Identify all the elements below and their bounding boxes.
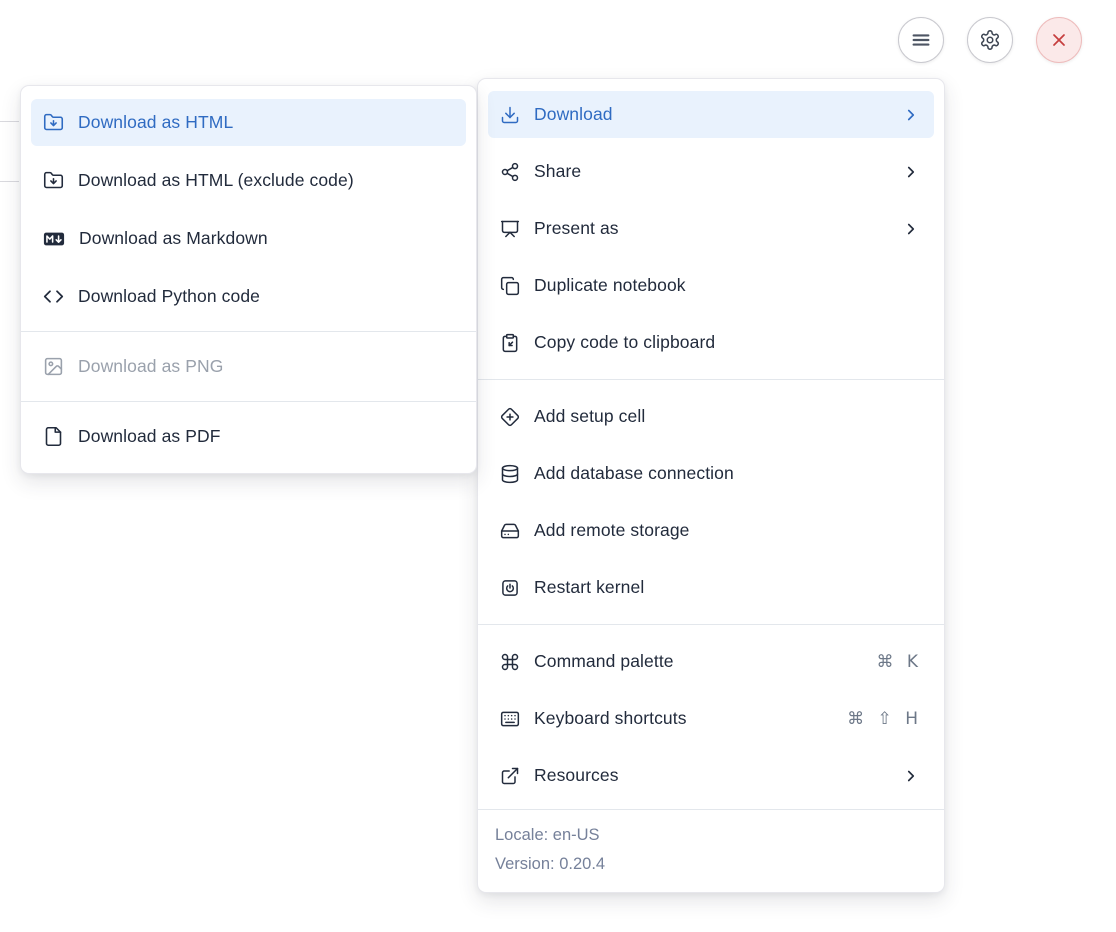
version-text: Version: 0.20.4 (495, 850, 927, 879)
menu-item-label: Command palette (534, 651, 862, 672)
menu-item-copy-code[interactable]: Copy code to clipboard (488, 319, 934, 366)
page-edge-line (0, 181, 19, 182)
hard-drive-icon (500, 521, 520, 541)
menu-item-add-database-connection[interactable]: Add database connection (488, 450, 934, 497)
chevron-right-icon (902, 106, 920, 124)
submenu-item-download-html[interactable]: Download as HTML (31, 99, 466, 146)
submenu-item-label: Download as PDF (78, 426, 454, 447)
menu-item-label: Add remote storage (534, 520, 922, 541)
menu-item-resources[interactable]: Resources (488, 752, 934, 799)
locale-text: Locale: en-US (495, 821, 927, 850)
submenu-item-label: Download as HTML (78, 112, 454, 133)
chevron-right-icon (902, 220, 920, 238)
submenu-item-label: Download as Markdown (79, 228, 454, 249)
notebook-menu-button[interactable] (898, 17, 944, 63)
submenu-separator (21, 331, 476, 332)
gear-icon (979, 29, 1001, 51)
menu-item-add-remote-storage[interactable]: Add remote storage (488, 507, 934, 554)
shortcut-hint: ⌘ K (876, 652, 922, 672)
external-link-icon (500, 766, 520, 786)
chevron-right-icon (902, 163, 920, 181)
settings-button[interactable] (967, 17, 1013, 63)
keyboard-icon (500, 709, 520, 729)
menu-item-present-as[interactable]: Present as (488, 205, 934, 252)
file-icon (43, 426, 64, 447)
command-icon (500, 652, 520, 672)
submenu-item-download-pdf[interactable]: Download as PDF (31, 413, 466, 460)
power-icon (500, 578, 520, 598)
chevron-right-icon (902, 767, 920, 785)
menu-item-restart-kernel[interactable]: Restart kernel (488, 564, 934, 611)
submenu-item-download-markdown[interactable]: Download as Markdown (31, 215, 466, 262)
menu-separator (478, 379, 944, 380)
copy-icon (500, 276, 520, 296)
markdown-download-icon (43, 228, 65, 250)
submenu-item-download-html-exclude-code[interactable]: Download as HTML (exclude code) (31, 157, 466, 204)
menu-item-command-palette[interactable]: Command palette ⌘ K (488, 638, 934, 685)
menu-item-share[interactable]: Share (488, 148, 934, 195)
image-icon (43, 356, 64, 377)
notebook-menu: Download Share Present as Duplicate note… (477, 78, 945, 893)
menu-item-label: Restart kernel (534, 577, 922, 598)
close-notebook-button[interactable] (1036, 17, 1082, 63)
folder-down-icon (43, 170, 64, 191)
menu-item-label: Keyboard shortcuts (534, 708, 833, 729)
submenu-separator (21, 401, 476, 402)
hamburger-icon (910, 29, 932, 51)
submenu-item-download-png[interactable]: Download as PNG (31, 343, 466, 390)
submenu-item-label: Download as PNG (78, 356, 454, 377)
page-edge-line (0, 121, 19, 122)
folder-down-icon (43, 112, 64, 133)
submenu-item-label: Download Python code (78, 286, 454, 307)
menu-item-label: Add setup cell (534, 406, 922, 427)
code-icon (43, 286, 64, 307)
shortcut-hint: ⌘ ⇧ H (847, 709, 922, 729)
menu-item-duplicate-notebook[interactable]: Duplicate notebook (488, 262, 934, 309)
menu-item-download[interactable]: Download (488, 91, 934, 138)
download-icon (500, 105, 520, 125)
menu-item-keyboard-shortcuts[interactable]: Keyboard shortcuts ⌘ ⇧ H (488, 695, 934, 742)
share-icon (500, 162, 520, 182)
menu-item-label: Resources (534, 765, 888, 786)
menu-item-add-setup-cell[interactable]: Add setup cell (488, 393, 934, 440)
menu-separator (478, 624, 944, 625)
menu-item-label: Copy code to clipboard (534, 332, 922, 353)
menu-item-label: Add database connection (534, 463, 922, 484)
clipboard-copy-icon (500, 333, 520, 353)
menu-item-label: Share (534, 161, 888, 182)
menu-item-label: Download (534, 104, 888, 125)
download-submenu: Download as HTML Download as HTML (exclu… (20, 85, 477, 474)
diamond-plus-icon (500, 407, 520, 427)
submenu-item-download-python[interactable]: Download Python code (31, 273, 466, 320)
database-icon (500, 464, 520, 484)
submenu-item-label: Download as HTML (exclude code) (78, 170, 454, 191)
menu-item-label: Duplicate notebook (534, 275, 922, 296)
menu-footer: Locale: en-US Version: 0.20.4 (478, 809, 944, 892)
close-icon (1049, 30, 1069, 50)
app-stage: Download Share Present as Duplicate note… (0, 0, 1116, 932)
presentation-icon (500, 219, 520, 239)
menu-item-label: Present as (534, 218, 888, 239)
